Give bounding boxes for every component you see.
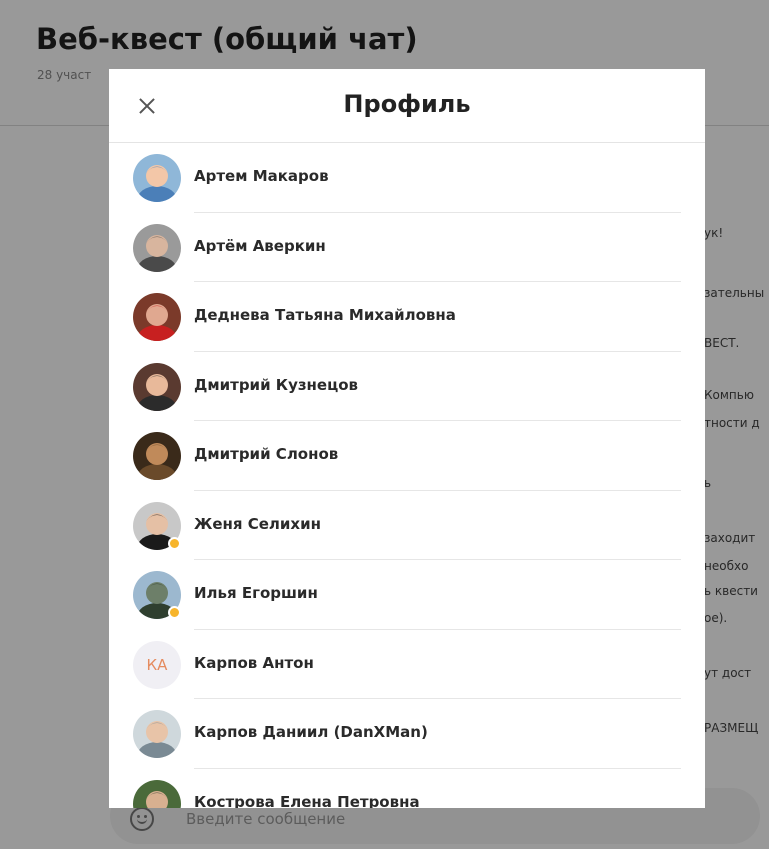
member-name: Дмитрий Слонов (194, 445, 339, 463)
member-item[interactable]: Артем Макаров (109, 143, 705, 213)
avatar (133, 501, 181, 550)
member-item[interactable]: Женя Селихин (109, 491, 705, 561)
profile-modal: Профиль Артем Макаров Артём Аверкин Деднев… (109, 69, 705, 808)
member-name: Артём Аверкин (194, 236, 326, 255)
member-name: Карпов Даниил (DanXMan) (194, 723, 428, 741)
modal-title: Профиль (343, 90, 471, 118)
avatar-photo (133, 154, 181, 202)
member-item[interactable]: КА Карпов Антон (109, 630, 705, 700)
member-item[interactable]: Артём Аверкин (109, 213, 705, 283)
modal-header: Профиль (109, 69, 705, 143)
app-screen: Веб-квест (общий чат) 28 участ ук! затель… (0, 0, 769, 849)
avatar (133, 154, 181, 202)
member-name: Кострова Елена Петровна (194, 792, 420, 809)
member-item[interactable]: Карпов Даниил (DanXMan) (109, 699, 705, 769)
avatar-photo (133, 223, 181, 272)
avatar (133, 293, 181, 341)
avatar (133, 571, 181, 619)
status-badge-icon (168, 606, 181, 619)
avatar (133, 223, 181, 272)
member-name: Дмитрий Кузнецов (194, 375, 359, 394)
member-item[interactable]: Дмитрий Кузнецов (109, 352, 705, 422)
avatar-photo (133, 293, 181, 341)
member-name: Карпов Антон (194, 653, 314, 672)
member-item[interactable]: Деднева Татьяна Михайловна (109, 282, 705, 352)
member-item[interactable]: Кострова Елена Петровна (109, 769, 705, 809)
member-list: Артем Макаров Артём Аверкин Деднева Татьян… (109, 143, 705, 808)
avatar: КА (133, 640, 181, 689)
member-name: Деднева Татьяна Михайловна (194, 306, 456, 324)
member-item[interactable]: Илья Егоршин (109, 560, 705, 630)
avatar (133, 779, 181, 808)
avatar-initials: КА (133, 640, 181, 689)
avatar-photo (133, 362, 181, 411)
avatar-photo (133, 432, 181, 480)
avatar (133, 432, 181, 480)
status-badge-icon (168, 536, 181, 550)
avatar (133, 710, 181, 758)
avatar (133, 362, 181, 411)
member-name: Артем Макаров (194, 167, 329, 185)
member-name: Илья Егоршин (194, 584, 318, 602)
avatar-photo (133, 779, 181, 808)
member-name: Женя Селихин (194, 514, 321, 533)
avatar-photo (133, 710, 181, 758)
member-item[interactable]: Дмитрий Слонов (109, 421, 705, 491)
